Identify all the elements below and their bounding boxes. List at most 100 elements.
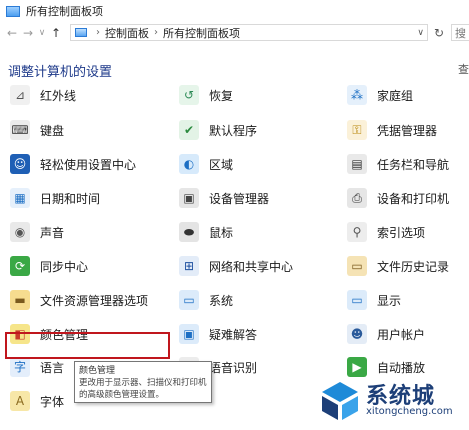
region-icon: ◐ xyxy=(179,154,199,174)
control-panel-small-icon xyxy=(75,28,87,37)
recent-locations-dropdown-icon[interactable]: ∨ xyxy=(36,24,48,42)
fonts-icon: A xyxy=(10,391,30,411)
control-panel-item-label: 区域 xyxy=(209,157,234,172)
language-icon: 字 xyxy=(10,357,30,377)
control-panel-item[interactable]: ⊞ 网络和共享中心 xyxy=(179,253,293,279)
control-panel-item[interactable]: ▭ 文件历史记录 xyxy=(347,253,449,279)
search-input[interactable]: 搜 xyxy=(451,24,469,41)
view-by-stub[interactable]: 查 xyxy=(458,61,469,77)
control-panel-item[interactable]: ⊿ 红外线 xyxy=(10,82,76,108)
control-panel-item[interactable]: ⌨ 键盘 xyxy=(10,117,64,143)
control-panel-item[interactable]: ✔ 默认程序 xyxy=(179,117,257,143)
control-panel-item[interactable]: A 字体 xyxy=(10,388,64,414)
control-panel-item-label: 凭据管理器 xyxy=(377,123,438,138)
display-icon: ▭ xyxy=(347,290,367,310)
watermark: 系统城 xitongcheng.com xyxy=(318,376,468,426)
watermark-url: xitongcheng.com xyxy=(366,406,453,417)
control-panel-item-label: 设备管理器 xyxy=(209,191,270,206)
page-heading: 调整计算机的设置 xyxy=(8,65,113,80)
back-arrow-icon[interactable]: ← xyxy=(4,24,20,42)
indexing-options-icon: ⚲ xyxy=(347,222,367,242)
recovery-icon: ↺ xyxy=(179,85,199,105)
control-panel-item-label: 疑难解答 xyxy=(209,327,258,342)
breadcrumb-separator-icon: › xyxy=(96,27,100,38)
control-panel-item-label: 声音 xyxy=(40,225,65,240)
control-panel-item[interactable]: ▣ 疑难解答 xyxy=(179,321,257,347)
control-panel-item[interactable]: ⟳ 同步中心 xyxy=(10,253,88,279)
control-panel-item-label: 恢复 xyxy=(209,88,234,103)
control-panel-item[interactable]: ◉ 声音 xyxy=(10,219,64,245)
ease-of-access-icon: ☺ xyxy=(10,154,30,174)
address-dropdown-icon[interactable]: ∨ xyxy=(417,28,424,38)
control-panel-item[interactable]: ▭ 显示 xyxy=(347,287,401,313)
control-panel-item[interactable]: ☺ 轻松使用设置中心 xyxy=(10,151,136,177)
breadcrumb-control-panel[interactable]: 控制面板 xyxy=(105,25,149,41)
control-panel-item[interactable]: ↺ 恢复 xyxy=(179,82,233,108)
window-title: 所有控制面板项 xyxy=(26,5,103,18)
control-panel-item-label: 文件资源管理器选项 xyxy=(40,293,149,308)
control-panel-item-label: 设备和打印机 xyxy=(377,191,450,206)
control-panel-item-label: 索引选项 xyxy=(377,225,426,240)
control-panel-item-label: 用户帐户 xyxy=(377,327,426,342)
keyboard-icon: ⌨ xyxy=(10,120,30,140)
control-panel-item-label: 显示 xyxy=(377,293,402,308)
control-panel-item-label: 语言 xyxy=(40,360,65,375)
tooltip-title: 颜色管理 xyxy=(79,366,116,376)
control-panel-item[interactable]: ▬ 文件资源管理器选项 xyxy=(10,287,148,313)
control-panel-item-label: 键盘 xyxy=(40,123,65,138)
control-panel-item-label: 任务栏和导航 xyxy=(377,157,450,172)
title-bar: 所有控制面板项 xyxy=(0,0,469,22)
mouse-icon: ⬬ xyxy=(179,222,199,242)
control-panel-item-label: 字体 xyxy=(40,394,65,409)
refresh-icon[interactable]: ↻ xyxy=(431,25,447,41)
default-programs-icon: ✔ xyxy=(179,120,199,140)
sync-center-icon: ⟳ xyxy=(10,256,30,276)
control-panel-item[interactable]: ☻ 用户帐户 xyxy=(347,321,425,347)
control-panel-item[interactable]: ⚿ 凭据管理器 xyxy=(347,117,437,143)
date-time-icon: ▦ xyxy=(10,188,30,208)
control-panel-item-label: 系统 xyxy=(209,293,234,308)
control-panel-item[interactable]: ▭ 系统 xyxy=(179,287,233,313)
taskbar-icon: ▤ xyxy=(347,154,367,174)
address-bar[interactable]: › 控制面板 › 所有控制面板项 ∨ xyxy=(70,24,428,41)
selection-highlight xyxy=(5,332,170,359)
network-sharing-icon: ⊞ xyxy=(179,256,199,276)
control-panel-item-label: 文件历史记录 xyxy=(377,259,450,274)
control-panel-icon xyxy=(6,5,20,17)
control-panel-item-label: 红外线 xyxy=(40,88,77,103)
device-manager-icon: ▣ xyxy=(179,188,199,208)
troubleshooting-icon: ▣ xyxy=(179,324,199,344)
control-panel-item[interactable]: ⎙ 设备和打印机 xyxy=(347,185,449,211)
credential-manager-icon: ⚿ xyxy=(347,120,367,140)
file-explorer-options-icon: ▬ xyxy=(10,290,30,310)
control-panel-item-label: 网络和共享中心 xyxy=(209,259,294,274)
control-panel-item[interactable]: ▦ 日期和时间 xyxy=(10,185,100,211)
file-history-icon: ▭ xyxy=(347,256,367,276)
control-panel-item[interactable]: ◐ 区域 xyxy=(179,151,233,177)
sound-icon: ◉ xyxy=(10,222,30,242)
control-panel-item[interactable]: ⁂ 家庭组 xyxy=(347,82,413,108)
tooltip: 颜色管理 更改用于显示器、扫描仪和打印机的高级颜色管理设置。 xyxy=(74,361,212,403)
control-panel-item-label: 默认程序 xyxy=(209,123,258,138)
up-arrow-icon[interactable]: ↑ xyxy=(48,24,64,42)
homegroup-icon: ⁂ xyxy=(347,85,367,105)
control-panel-item-label: 自动播放 xyxy=(377,360,426,375)
control-panel-item-label: 家庭组 xyxy=(377,88,414,103)
navigation-bar: ← → ∨ ↑ › 控制面板 › 所有控制面板项 ∨ ↻ 搜 xyxy=(0,22,469,44)
tooltip-description: 更改用于显示器、扫描仪和打印机的高级颜色管理设置。 xyxy=(79,378,207,400)
control-panel-item-label: 同步中心 xyxy=(40,259,89,274)
control-panel-item[interactable]: ⬬ 鼠标 xyxy=(179,219,233,245)
control-panel-item[interactable]: ▤ 任务栏和导航 xyxy=(347,151,449,177)
control-panel-item[interactable]: ▣ 设备管理器 xyxy=(179,185,269,211)
system-icon: ▭ xyxy=(179,290,199,310)
control-panel-item-label: 语音识别 xyxy=(209,360,258,375)
forward-arrow-icon[interactable]: → xyxy=(20,24,36,42)
control-panel-item-label: 鼠标 xyxy=(209,225,234,240)
breadcrumb-all-items[interactable]: 所有控制面板项 xyxy=(163,25,240,41)
control-panel-item[interactable]: ⚲ 索引选项 xyxy=(347,219,425,245)
breadcrumb-separator-icon: › xyxy=(154,27,158,38)
user-accounts-icon: ☻ xyxy=(347,324,367,344)
autoplay-icon: ▶ xyxy=(347,357,367,377)
watermark-logo-icon xyxy=(322,382,358,420)
control-panel-item-label: 轻松使用设置中心 xyxy=(40,157,137,172)
